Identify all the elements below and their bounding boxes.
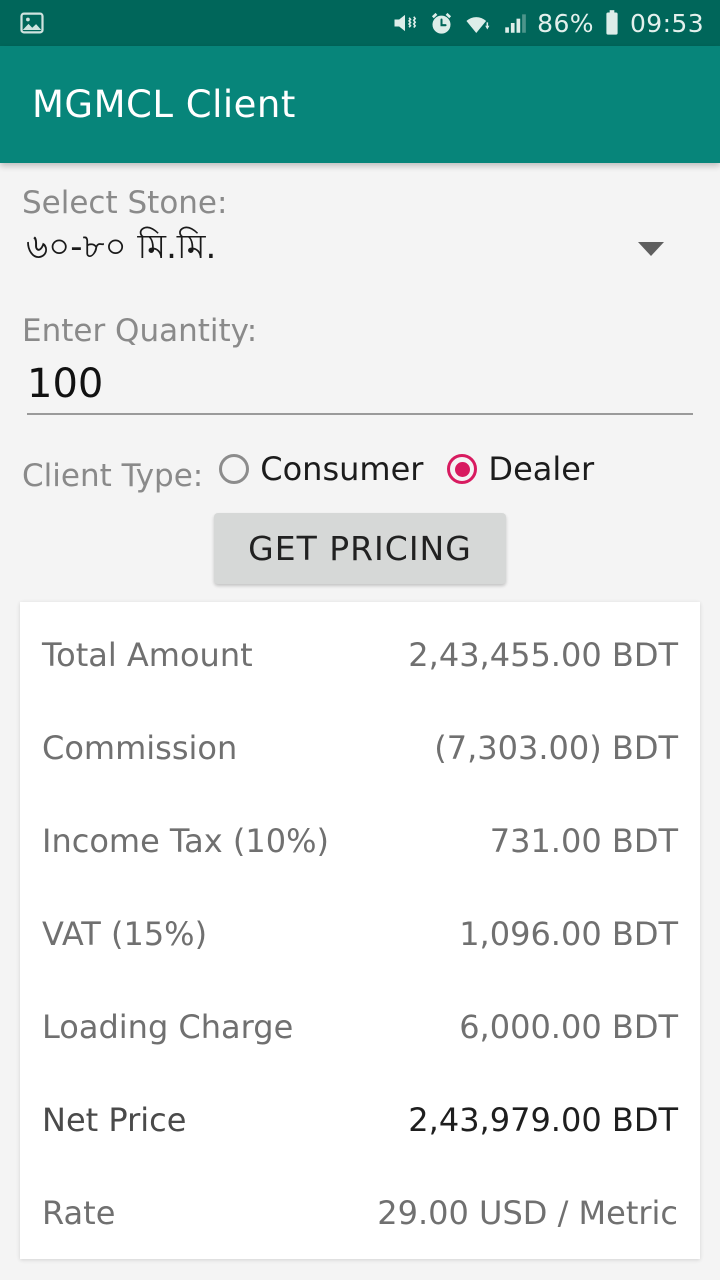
table-row: Net Price 2,43,979.00 BDT [20,1073,700,1166]
table-row: Commission (7,303.00) BDT [20,701,700,794]
client-type-label: Client Type: [22,458,204,494]
wifi-icon [464,10,493,37]
page-title: MGMCL Client [32,83,296,126]
status-bar-right: 86% 09:53 [391,9,704,37]
pricing-results-card: Total Amount 2,43,455.00 BDT Commission … [20,602,700,1259]
result-label: VAT (15%) [42,914,208,953]
result-value: 6,000.00 BDT [459,1007,678,1046]
client-type-radio-group: Consumer Dealer [219,450,618,488]
radio-consumer[interactable]: Consumer [219,450,423,488]
radio-consumer-label: Consumer [260,450,424,488]
mute-vibrate-icon [391,9,419,37]
status-bar: 86% 09:53 [0,0,720,46]
quantity-input-value: 100 [27,361,104,407]
result-value: 2,43,979.00 BDT [408,1100,678,1139]
select-stone-dropdown[interactable]: ৬০-৮০ মি.মি. [0,221,720,277]
battery-icon [603,9,621,37]
client-type-row: Client Type: Consumer Dealer [0,439,720,499]
result-label: Net Price [42,1100,187,1139]
get-pricing-row: GET PRICING [0,513,720,584]
table-row: Income Tax (10%) 731.00 BDT [20,794,700,887]
enter-quantity-label: Enter Quantity: [22,313,258,349]
alarm-icon [428,10,455,37]
table-row: VAT (15%) 1,096.00 BDT [20,887,700,980]
result-label: Commission [42,728,238,767]
chevron-down-icon [638,242,664,256]
quantity-input[interactable]: 100 [27,361,693,415]
result-value: 731.00 BDT [489,821,678,860]
result-label: Income Tax (10%) [42,821,329,860]
radio-dealer[interactable]: Dealer [447,450,594,488]
result-label: Total Amount [42,635,253,674]
app-bar: MGMCL Client [0,46,720,163]
status-bar-clock: 09:53 [629,8,704,38]
result-value: 2,43,455.00 BDT [408,635,678,674]
battery-percent-label: 86% [537,8,594,38]
result-label: Rate [42,1193,116,1232]
main-content: Select Stone: ৬০-৮০ মি.মি. Enter Quantit… [0,163,720,1259]
image-icon [18,9,46,37]
table-row: Loading Charge 6,000.00 BDT [20,980,700,1073]
radio-dealer-circle-icon [447,454,478,484]
radio-consumer-circle-icon [219,454,250,484]
status-bar-left [18,9,46,37]
result-value: (7,303.00) BDT [434,728,678,767]
signal-icon [502,10,528,36]
result-value: 1,096.00 BDT [459,914,678,953]
result-label: Loading Charge [42,1007,294,1046]
radio-dealer-label: Dealer [488,450,595,488]
table-row: Rate 29.00 USD / Metric [20,1166,700,1259]
select-stone-label: Select Stone: [22,185,228,221]
result-value: 29.00 USD / Metric [377,1193,678,1232]
select-stone-value: ৬০-৮০ মি.মি. [26,226,217,267]
table-row: Total Amount 2,43,455.00 BDT [20,608,700,701]
get-pricing-button[interactable]: GET PRICING [214,513,506,584]
